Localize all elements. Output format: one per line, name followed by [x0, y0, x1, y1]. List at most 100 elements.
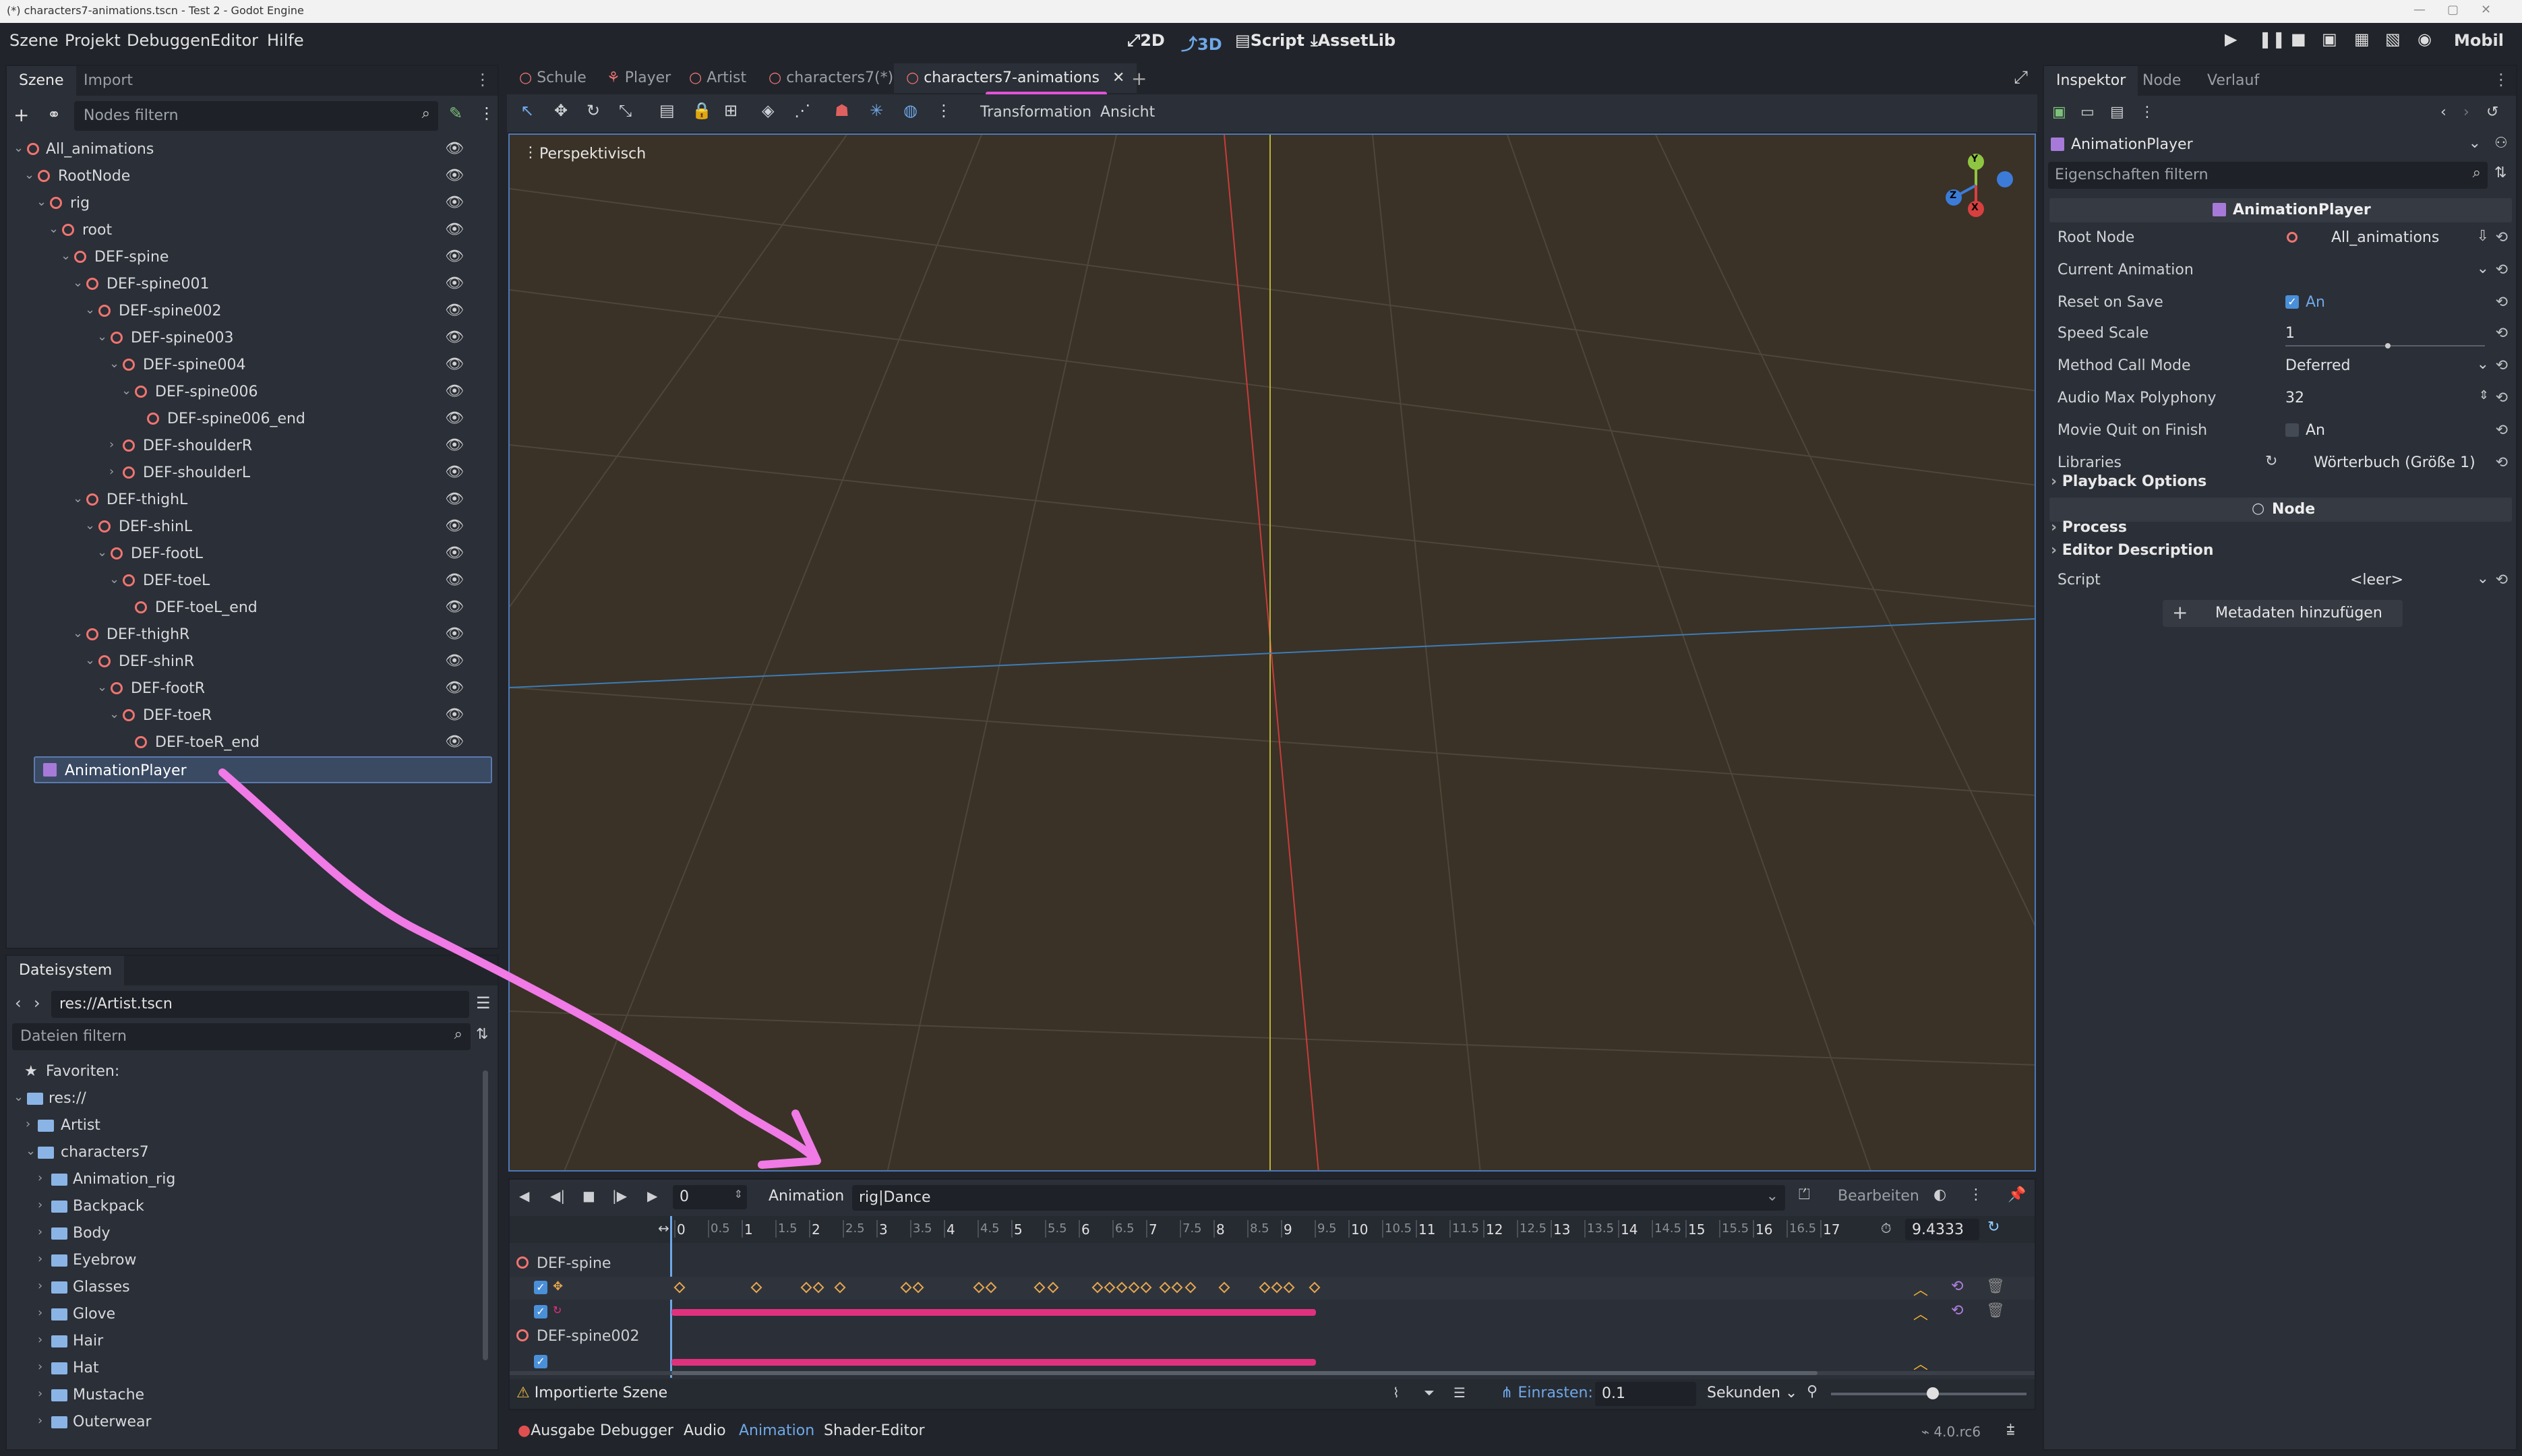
visibility-eye-icon[interactable]: 👁: [445, 356, 464, 373]
collapse-arrow-icon[interactable]: ⌄: [85, 653, 95, 667]
file-row[interactable]: › Artist: [7, 1112, 479, 1139]
collapse-arrow-icon[interactable]: ⌄: [73, 276, 83, 290]
visibility-eye-icon[interactable]: 👁: [445, 545, 464, 562]
mode-script-button[interactable]: ▤Script: [1235, 31, 1304, 50]
tree-row[interactable]: ⌄ DEF-footL 👁: [7, 541, 479, 568]
chevron-down-icon[interactable]: ⌄: [2477, 356, 2489, 373]
edit-menu[interactable]: Bearbeiten: [1838, 1188, 1919, 1205]
remote-debug-icon[interactable]: ▣: [2322, 30, 2337, 49]
tree-row[interactable]: ⌄ DEF-shinR 👁: [7, 648, 479, 675]
play-from-start-icon[interactable]: |▶: [612, 1188, 627, 1204]
visibility-eye-icon[interactable]: 👁: [445, 437, 464, 454]
menu-projekt[interactable]: Projekt: [65, 31, 121, 50]
visibility-eye-icon[interactable]: 👁: [445, 140, 464, 157]
collapse-arrow-icon[interactable]: ⌄: [13, 141, 24, 155]
split-mode-icon[interactable]: ☰: [476, 994, 491, 1012]
menu-transformation[interactable]: Transformation: [980, 104, 1091, 121]
expand-arrow-icon[interactable]: ›: [38, 1225, 42, 1239]
play-icon[interactable]: ▶: [647, 1188, 657, 1204]
property-audio-max-polyphony[interactable]: Audio Max Polyphony 32 ⇕ ⟲: [2044, 383, 2516, 414]
property-current-animation[interactable]: Current Animation ⌄ ⟲: [2044, 255, 2516, 286]
tree-row[interactable]: DEF-toeR_end 👁: [7, 729, 479, 756]
tree-row[interactable]: ⌄ DEF-toeR 👁: [7, 702, 479, 729]
speed-scale-slider[interactable]: [2285, 343, 2485, 348]
chevron-down-icon[interactable]: ⌄: [2477, 570, 2489, 587]
expand-arrow-icon[interactable]: ›: [109, 437, 114, 452]
favorites-row[interactable]: ★ Favoriten:: [7, 1058, 479, 1085]
revert-icon[interactable]: ⟲: [2496, 357, 2508, 374]
revert-icon[interactable]: ⟲: [2496, 229, 2508, 246]
visibility-eye-icon[interactable]: 👁: [445, 329, 464, 346]
interpolation-icon[interactable]: ︿: [1913, 1302, 1928, 1324]
file-row[interactable]: › Backpack: [7, 1193, 479, 1220]
delete-track-icon[interactable]: 🗑: [1986, 1278, 2005, 1295]
property-reset-on-save[interactable]: Reset on Save ✓ An ⟲: [2044, 287, 2516, 318]
expand-arrow-icon[interactable]: ›: [38, 1414, 42, 1428]
file-row[interactable]: › Animation_rig: [7, 1166, 479, 1193]
tab-player[interactable]: ⚘ Player: [595, 63, 683, 93]
revert-icon[interactable]: ⟲: [2496, 572, 2508, 588]
sort-icon[interactable]: ⇅: [476, 1026, 488, 1043]
open-folder-icon[interactable]: ▭: [2080, 104, 2095, 121]
file-row[interactable]: ⌄ res://: [7, 1085, 479, 1112]
view-gizmo[interactable]: Y Z X: [1939, 148, 2013, 222]
keyframe[interactable]: [1128, 1281, 1140, 1294]
tree-row[interactable]: ⌄ DEF-toeL 👁: [7, 568, 479, 595]
collapse-arrow-icon[interactable]: ⌄: [109, 572, 119, 586]
path-field[interactable]: res://Artist.tscn: [51, 991, 469, 1018]
menu-hilfe[interactable]: Hilfe: [267, 31, 304, 50]
refresh-icon[interactable]: ↻: [2265, 453, 2277, 470]
file-row[interactable]: › Eyebrow: [7, 1247, 479, 1274]
history-forward-icon[interactable]: ›: [2463, 104, 2469, 121]
keyframe[interactable]: [1218, 1281, 1230, 1294]
play-backwards-from-end-icon[interactable]: ◀: [519, 1188, 529, 1204]
mode-3d-button[interactable]: ⤴3D: [1181, 31, 1222, 55]
track-row[interactable]: ✓ ✥ ︿ ⟲ 🗑: [510, 1277, 2035, 1300]
file-row[interactable]: › Hair: [7, 1328, 479, 1355]
track-enabled-checkbox[interactable]: ✓: [534, 1355, 547, 1368]
filter-icon[interactable]: ⏷: [1424, 1385, 1435, 1401]
time-input[interactable]: 0 ⇕: [673, 1185, 747, 1209]
tab-animation[interactable]: Animation: [739, 1422, 814, 1439]
menu-szene[interactable]: Szene: [9, 31, 59, 50]
tree-row[interactable]: ⌄ DEF-footR 👁: [7, 675, 479, 702]
save-icon[interactable]: ▤: [2110, 104, 2124, 121]
history-back-icon[interactable]: ‹: [2440, 104, 2446, 121]
time-unit-select[interactable]: Sekunden ⌄: [1707, 1385, 1797, 1401]
interpolation-icon[interactable]: ︿: [1913, 1278, 1928, 1300]
collapse-arrow-icon[interactable]: ⌄: [26, 1144, 36, 1158]
tree-row[interactable]: ⌄ rig 👁: [7, 190, 479, 217]
keyframe[interactable]: [1091, 1281, 1104, 1294]
object-history-icon[interactable]: ↺: [2486, 104, 2498, 121]
section-playback-options[interactable]: › Playback Options: [2051, 473, 2509, 499]
animation-menu[interactable]: Animation: [769, 1188, 844, 1205]
expand-arrow-icon[interactable]: ›: [38, 1198, 42, 1212]
visibility-eye-icon[interactable]: 👁: [445, 599, 464, 615]
file-row[interactable]: › Glasses: [7, 1274, 479, 1301]
visibility-eye-icon[interactable]: 👁: [445, 167, 464, 184]
renderer-select[interactable]: Mobil: [2454, 31, 2504, 50]
property-root-node[interactable]: Root Node All_animations ⇩ ⟲: [2044, 222, 2516, 253]
scene-script-icon[interactable]: ✎: [449, 104, 462, 123]
tree-row[interactable]: › DEF-shoulderL 👁: [7, 460, 479, 487]
node-filter-input[interactable]: Nodes filtern ⌕: [74, 101, 438, 131]
keyframe[interactable]: [1271, 1281, 1283, 1294]
tab-characters7-animations[interactable]: ○ characters7-animations ✕: [894, 63, 1137, 93]
revert-icon[interactable]: ⟲: [2496, 422, 2508, 439]
tree-row[interactable]: ⌄ DEF-spine 👁: [7, 244, 479, 271]
scene-options-icon[interactable]: ⋮: [479, 104, 495, 123]
visibility-eye-icon[interactable]: 👁: [445, 464, 464, 481]
track-row[interactable]: ✓ ↻ ︿ ⟲ 🗑: [510, 1301, 2035, 1324]
nav-back-icon[interactable]: ‹: [15, 994, 22, 1012]
loop-wrap-icon[interactable]: ⟲: [1951, 1302, 1963, 1319]
autoplay-icon[interactable]: ⏍: [1799, 1186, 1810, 1203]
close-window-icon[interactable]: ✕: [2481, 3, 2491, 17]
tab-node[interactable]: Node: [2130, 66, 2193, 96]
pin-panel-icon[interactable]: ⩲: [2006, 1422, 2015, 1439]
bezier-icon[interactable]: ⌇: [1393, 1385, 1400, 1401]
keyframe[interactable]: [985, 1281, 997, 1294]
add-node-icon[interactable]: +: [13, 104, 29, 126]
property-speed-scale[interactable]: Speed Scale 1 ⟲: [2044, 318, 2516, 349]
visibility-eye-icon[interactable]: 👁: [445, 491, 464, 508]
keyframe[interactable]: [1033, 1281, 1046, 1294]
